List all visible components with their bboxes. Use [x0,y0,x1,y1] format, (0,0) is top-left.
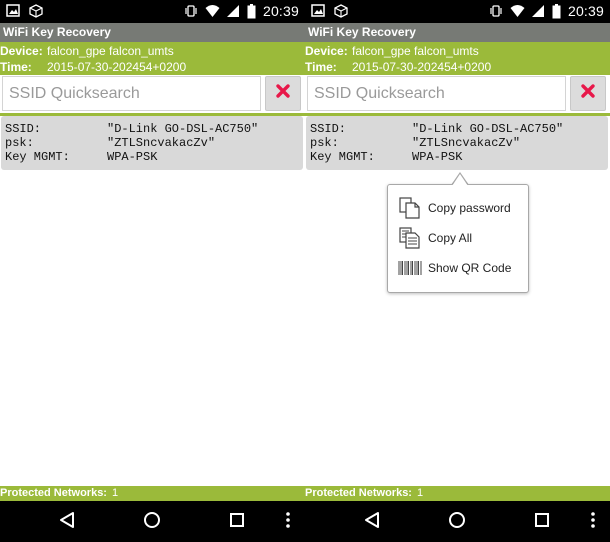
key-mgmt-label: Key MGMT: [310,150,375,164]
home-icon [448,511,466,534]
battery-icon [247,4,256,19]
key-mgmt-label: Key MGMT: [5,150,70,164]
recents-button[interactable] [531,512,553,532]
home-button[interactable] [141,511,163,534]
two-screen-comparison: 20:39 WiFi Key Recovery Device: falcon_g… [0,0,610,542]
back-button[interactable] [56,511,78,534]
psk-label: psk: [5,136,34,150]
protected-networks-count: 1 [111,487,119,499]
ssid-search-input[interactable] [307,76,566,111]
phone-screen-right: 20:39 WiFi Key Recovery Device: falcon_g… [305,0,610,542]
clock-time: 20:39 [567,3,604,19]
back-icon [59,511,75,534]
back-button[interactable] [361,511,383,534]
copy-icon [398,196,424,220]
menu-item-copy-all[interactable]: Copy All [398,225,526,251]
vibrate-icon [489,4,503,18]
footer-bar: Protected Networks: 1 [0,486,305,501]
footer-bar: Protected Networks: 1 [305,486,610,501]
clear-search-button[interactable] [570,76,606,111]
close-icon [580,83,596,104]
device-label: Device: [305,44,348,58]
network-card[interactable]: SSID: "D-Link GO-DSL-AC750" psk: "ZTLSnc… [306,116,608,170]
navigation-bar [305,501,610,542]
ssid-value: "D-Link GO-DSL-AC750" [107,122,259,136]
menu-item-show-qr-code[interactable]: Show QR Code [398,255,526,281]
ssid-search-input[interactable] [2,76,261,111]
signal-icon [226,4,240,18]
psk-value: "ZTLSncvakacZv" [107,136,216,150]
menu-item-label: Copy All [428,231,473,245]
barcode-icon [398,256,424,280]
status-bar: 20:39 [0,0,305,23]
key-mgmt-value: WPA-PSK [412,150,463,164]
vibrate-icon [184,4,198,18]
recents-button[interactable] [226,512,248,532]
key-mgmt-row: Key MGMT: WPA-PSK [5,150,303,164]
menu-item-label: Copy password [428,201,511,215]
signal-icon [531,4,545,18]
menu-item-label: Show QR Code [428,261,512,275]
app-title: WiFi Key Recovery [0,23,305,42]
device-info-bar: Device: falcon_gpe falcon_umts Time: 201… [0,42,305,75]
copy-all-icon [398,226,424,250]
search-row [0,75,305,113]
time-value: 2015-07-30-202454+0200 [47,60,187,74]
context-menu: Copy password Copy All Show QR Code [387,184,529,293]
box-icon [29,4,43,18]
wifi-icon [205,4,220,18]
psk-row: psk: "ZTLSncvakacZv" [310,136,608,150]
back-icon [364,511,380,534]
clear-search-button[interactable] [265,76,301,111]
ssid-row: SSID: "D-Link GO-DSL-AC750" [5,122,303,136]
overflow-menu-button[interactable] [582,511,604,534]
device-value: falcon_gpe falcon_umts [352,44,479,58]
search-row [305,75,610,113]
app-title: WiFi Key Recovery [305,23,610,42]
recents-icon [534,512,550,533]
recents-icon [229,512,245,533]
status-bar: 20:39 [305,0,610,23]
ssid-label: SSID: [5,122,42,136]
ssid-label: SSID: [310,122,347,136]
psk-row: psk: "ZTLSncvakacZv" [5,136,303,150]
overflow-menu-button[interactable] [277,511,299,534]
menu-item-copy-password[interactable]: Copy password [398,195,526,221]
popup-arrow-inner [452,174,468,186]
image-icon [311,4,325,18]
navigation-bar [0,501,305,542]
protected-networks-label: Protected Networks: [0,487,107,499]
protected-networks-label: Protected Networks: [305,487,412,499]
ssid-value: "D-Link GO-DSL-AC750" [412,122,564,136]
device-value: falcon_gpe falcon_umts [47,44,174,58]
overflow-menu-icon [590,511,596,534]
phone-screen-left: 20:39 WiFi Key Recovery Device: falcon_g… [0,0,305,542]
time-value: 2015-07-30-202454+0200 [352,60,492,74]
close-icon [275,83,291,104]
time-label: Time: [0,60,32,74]
clock-time: 20:39 [262,3,299,19]
box-icon [334,4,348,18]
device-label: Device: [0,44,43,58]
ssid-row: SSID: "D-Link GO-DSL-AC750" [310,122,608,136]
key-mgmt-row: Key MGMT: WPA-PSK [310,150,608,164]
battery-icon [552,4,561,19]
key-mgmt-value: WPA-PSK [107,150,158,164]
home-icon [143,511,161,534]
protected-networks-count: 1 [416,487,424,499]
overflow-menu-icon [285,511,291,534]
image-icon [6,4,20,18]
wifi-icon [510,4,525,18]
psk-label: psk: [310,136,339,150]
psk-value: "ZTLSncvakacZv" [412,136,521,150]
home-button[interactable] [446,511,468,534]
network-card[interactable]: SSID: "D-Link GO-DSL-AC750" psk: "ZTLSnc… [1,116,303,170]
time-label: Time: [305,60,337,74]
device-info-bar: Device: falcon_gpe falcon_umts Time: 201… [305,42,610,75]
